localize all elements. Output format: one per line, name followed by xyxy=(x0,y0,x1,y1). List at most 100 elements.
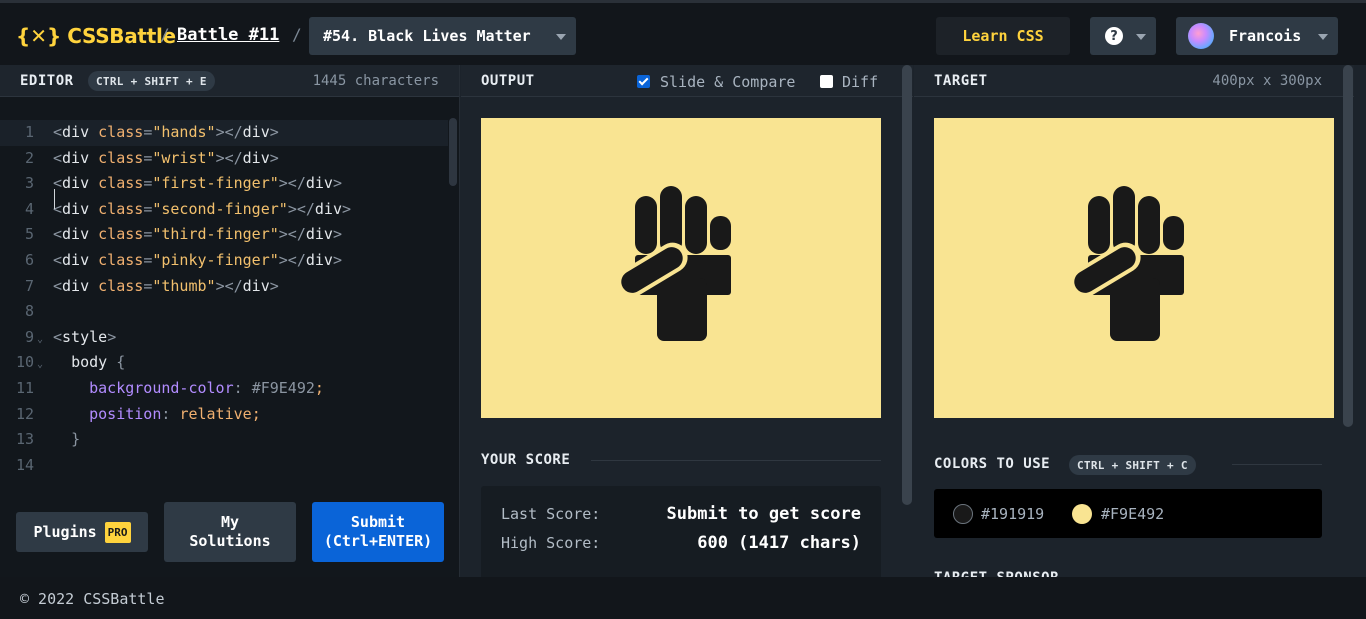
wrist xyxy=(1110,278,1160,341)
code-line[interactable]: 2 <div class="wrist"></div> xyxy=(0,146,448,172)
breadcrumb-separator: / xyxy=(292,25,302,44)
target-canvas xyxy=(934,118,1334,418)
target-select-label: #54. Black Lives Matter xyxy=(323,27,531,45)
colors-shortcut-badge: CTRL + SHIFT + C xyxy=(1069,455,1196,475)
submit-label: Submit (Ctrl+ENTER) xyxy=(323,513,433,550)
line-number: 8 xyxy=(24,302,34,321)
code-editor[interactable]: 1 <div class="hands"></div> 2 <div class="w… xyxy=(0,120,448,478)
code-text: <div class="second-finger"></div> xyxy=(53,199,352,218)
code-line[interactable]: 7 <div class="thumb"></div> xyxy=(0,274,448,300)
chevron-down-icon xyxy=(1136,34,1146,40)
wrist xyxy=(657,278,707,341)
editor-panel: EDITOR CTRL + SHIFT + E 1445 characters … xyxy=(0,65,460,577)
code-line[interactable]: 3 <div class="first-finger"></div> xyxy=(0,171,448,197)
line-number: 2 xyxy=(24,148,34,167)
code-line[interactable]: 1 <div class="hands"></div> xyxy=(0,120,448,146)
line-number: 3 xyxy=(24,174,34,193)
help-icon: ? xyxy=(1105,27,1123,45)
color-swatch[interactable] xyxy=(953,504,973,524)
code-text: position: relative; xyxy=(89,404,261,423)
user-name: Francois xyxy=(1229,27,1302,45)
breadcrumb-separator: / xyxy=(160,25,170,44)
color-swatch[interactable] xyxy=(1072,504,1092,524)
code-line[interactable]: 14 xyxy=(0,453,448,479)
score-title: YOUR SCORE xyxy=(481,452,571,468)
line-number: 14 xyxy=(15,455,34,474)
copyright-text: © 2022 CSSBattle xyxy=(20,590,165,608)
diff-label[interactable]: Diff xyxy=(842,73,878,91)
score-box: Last Score: Submit to get score High Sco… xyxy=(481,486,881,577)
code-line[interactable]: 11 background-color: #F9E492; xyxy=(0,376,448,402)
slide-compare-checkbox[interactable] xyxy=(637,75,650,88)
code-text: <div class="hands"></div> xyxy=(53,123,279,141)
target-panel: TARGET 400px x 300px COLORS TO USE CTRL … xyxy=(914,65,1354,578)
first-finger xyxy=(1088,196,1110,254)
code-text: <div class="pinky-finger"></div> xyxy=(53,250,342,269)
color-label[interactable]: #F9E492 xyxy=(1101,505,1164,523)
line-number: 6 xyxy=(24,250,34,269)
slide-compare-label[interactable]: Slide & Compare xyxy=(660,73,795,91)
submit-button[interactable]: Submit (Ctrl+ENTER) xyxy=(312,502,444,562)
divider xyxy=(1232,464,1322,465)
help-menu-button[interactable]: ? xyxy=(1090,17,1156,55)
code-text: <div class="thumb"></div> xyxy=(53,276,279,295)
code-line[interactable]: 5 <div class="third-finger"></div> xyxy=(0,222,448,248)
code-text: <style> xyxy=(53,327,117,346)
battle-breadcrumb-link[interactable]: Battle #11 xyxy=(177,25,279,45)
third-finger xyxy=(1138,196,1160,254)
top-header: {✕} CSSBattle / Battle #11 / #54. Black … xyxy=(0,0,1366,65)
fold-chevron-icon[interactable]: ⌄ xyxy=(37,327,43,353)
code-line[interactable]: 6 <div class="pinky-finger"></div> xyxy=(0,248,448,274)
last-score-value: Submit to get score xyxy=(666,504,861,524)
code-text: <div class="first-finger"></div> xyxy=(53,174,342,193)
line-number: 4 xyxy=(24,199,34,218)
cssbattle-logo[interactable]: {✕} CSSBattle xyxy=(16,22,176,50)
line-number: 7 xyxy=(24,276,34,295)
line-number: 5 xyxy=(24,225,34,244)
avatar xyxy=(1188,23,1214,49)
pinky-finger xyxy=(710,216,731,250)
line-number: 9 xyxy=(24,327,34,346)
pro-badge: PRO xyxy=(104,521,131,543)
high-score-label: High Score: xyxy=(501,534,601,552)
target-scrollbar[interactable] xyxy=(1343,65,1353,427)
output-title: OUTPUT xyxy=(481,73,535,89)
chevron-down-icon xyxy=(556,34,566,40)
last-score-label: Last Score: xyxy=(501,505,601,523)
code-line[interactable]: 13 } xyxy=(0,427,448,453)
editor-header: EDITOR CTRL + SHIFT + E 1445 characters xyxy=(0,65,459,97)
output-canvas[interactable] xyxy=(481,118,881,418)
my-solutions-label: My Solutions xyxy=(189,513,271,550)
output-scrollbar[interactable] xyxy=(902,65,912,505)
color-label[interactable]: #191919 xyxy=(981,505,1044,523)
editor-shortcut-badge: CTRL + SHIFT + E xyxy=(88,71,215,91)
my-solutions-button[interactable]: My Solutions xyxy=(164,502,296,562)
output-panel: OUTPUT Slide & Compare Diff YOUR SCORE L… xyxy=(461,65,913,577)
plugins-button[interactable]: Plugins PRO xyxy=(16,512,148,552)
code-line[interactable]: 4 <div class="second-finger"></div> xyxy=(0,197,448,223)
colors-box: #191919 #F9E492 xyxy=(934,489,1322,538)
target-select-dropdown[interactable]: #54. Black Lives Matter xyxy=(309,17,576,55)
code-line[interactable]: 10 ⌄ body { xyxy=(0,350,448,376)
line-number: 11 xyxy=(15,378,34,397)
third-finger xyxy=(685,196,707,254)
target-title: TARGET xyxy=(934,73,988,89)
learn-css-button[interactable]: Learn CSS xyxy=(936,17,1070,55)
diff-checkbox[interactable] xyxy=(820,75,833,88)
code-text: } xyxy=(71,430,81,449)
code-line[interactable]: 9 ⌄ <style> xyxy=(0,325,448,351)
line-number: 10 xyxy=(15,353,34,372)
user-menu-button[interactable]: Francois xyxy=(1176,17,1338,55)
plugins-label: Plugins xyxy=(33,522,97,541)
pinky-finger xyxy=(1163,216,1184,250)
chevron-down-icon xyxy=(1318,34,1328,40)
editor-title: EDITOR xyxy=(20,73,74,89)
code-line[interactable]: 8 xyxy=(0,299,448,325)
footer: © 2022 CSSBattle xyxy=(0,577,1366,619)
code-text: <div class="wrist"></div> xyxy=(53,148,279,167)
fold-chevron-icon[interactable]: ⌄ xyxy=(37,352,43,378)
target-size: 400px x 300px xyxy=(1212,73,1322,89)
code-text: background-color: #F9E492; xyxy=(89,378,324,397)
editor-scrollbar[interactable] xyxy=(449,118,457,186)
code-line[interactable]: 12 position: relative; xyxy=(0,402,448,428)
